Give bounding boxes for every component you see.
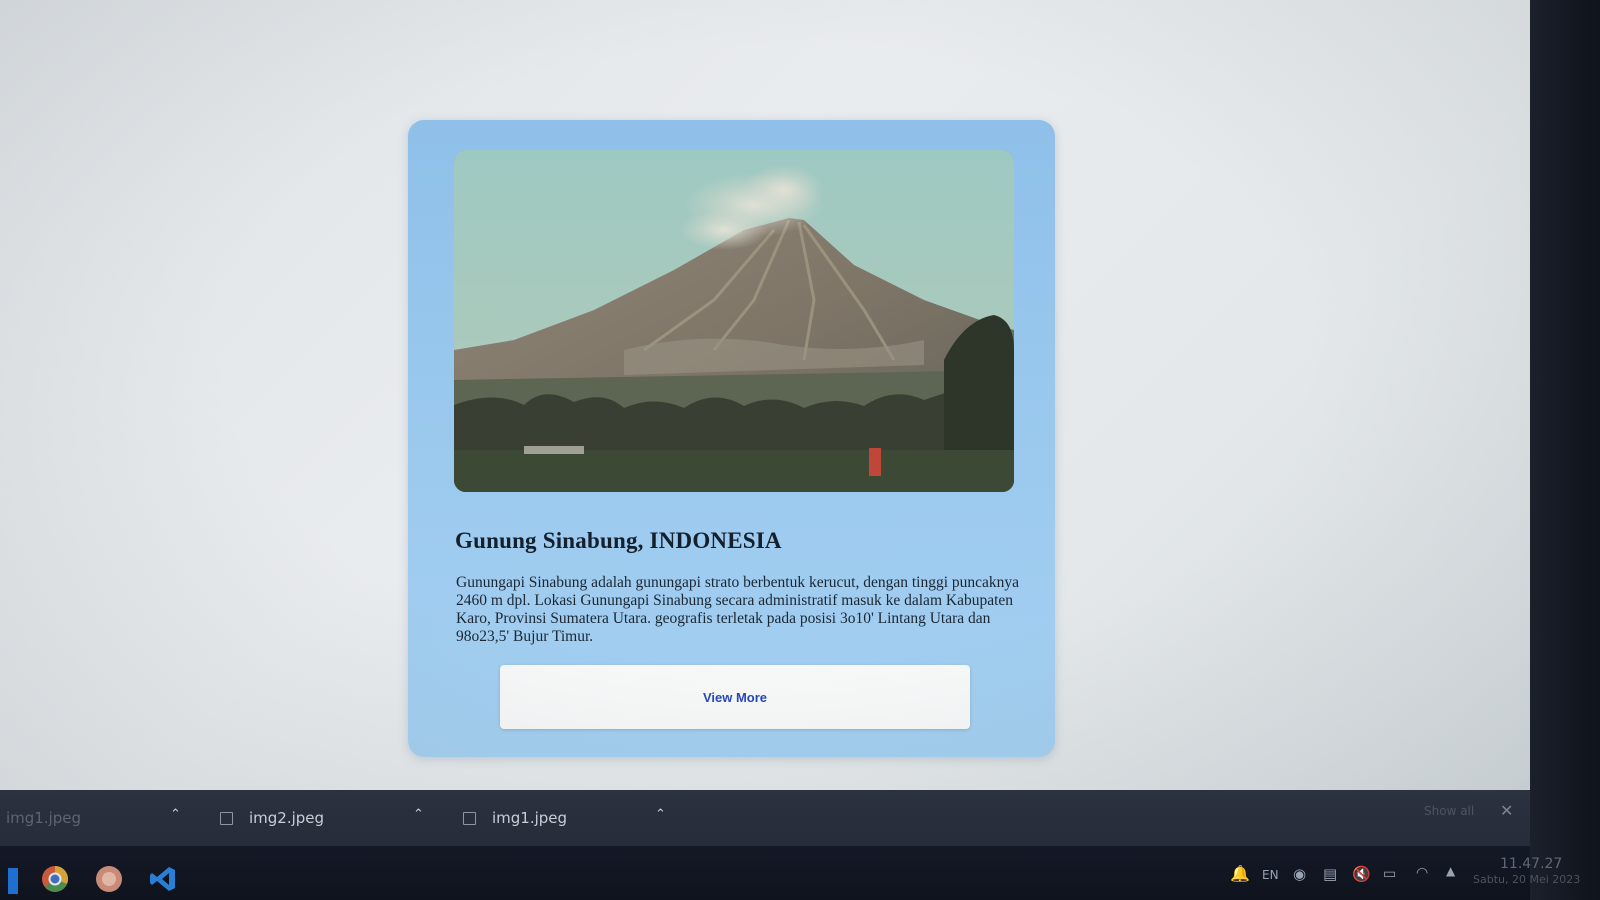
volcano-photo: [454, 150, 1014, 492]
battery-icon[interactable]: ▭: [1383, 866, 1396, 882]
card-title: Gunung Sinabung, INDONESIA: [455, 528, 782, 553]
chevron-up-icon[interactable]: ⌃: [413, 807, 424, 822]
wifi-icon[interactable]: ◠: [1416, 865, 1428, 881]
chevron-up-icon[interactable]: ⌃: [655, 807, 666, 822]
show-all-link[interactable]: Show all: [1424, 804, 1474, 818]
start-button[interactable]: [8, 868, 18, 894]
notification-icon[interactable]: 🔔: [1230, 864, 1250, 883]
card-description: Gunungapi Sinabung adalah gunungapi stra…: [456, 574, 1020, 645]
file-icon: [220, 811, 233, 825]
volume-muted-icon[interactable]: 🔇: [1352, 865, 1371, 883]
download-filename: img1.jpeg: [6, 809, 82, 827]
download-filename: img2.jpeg: [249, 809, 325, 827]
browser-page: Gunung Sinabung, INDONESIA Gunungapi Sin…: [0, 0, 1530, 790]
download-item[interactable]: img1.jpeg: [463, 790, 567, 846]
vscode-icon[interactable]: [148, 864, 178, 894]
taskbar: 🔔 EN ◉ ▤ 🔇 ▭ ◠ ▲ 11.47.27 Sabtu, 20 Mei …: [0, 846, 1580, 900]
clipboard-icon[interactable]: ▤: [1323, 865, 1337, 883]
app-icon[interactable]: [94, 864, 124, 894]
tray-expand-icon[interactable]: ▲: [1446, 864, 1455, 878]
close-icon[interactable]: ✕: [1500, 801, 1513, 820]
download-item[interactable]: img2.jpeg: [220, 790, 324, 846]
network-icon[interactable]: ◉: [1293, 865, 1306, 883]
clock-time[interactable]: 11.47.27: [1500, 856, 1562, 872]
chrome-icon[interactable]: [40, 864, 70, 894]
destination-card: Gunung Sinabung, INDONESIA Gunungapi Sin…: [408, 120, 1055, 757]
file-icon: [463, 811, 476, 825]
language-indicator[interactable]: EN: [1262, 868, 1279, 882]
view-more-button[interactable]: View More: [500, 665, 970, 729]
download-filename: img1.jpeg: [492, 809, 568, 827]
chevron-up-icon[interactable]: ⌃: [170, 807, 181, 822]
downloads-bar: img1.jpeg ⌃ img2.jpeg ⌃ img1.jpeg ⌃ Show…: [0, 790, 1530, 846]
clock-date[interactable]: Sabtu, 20 Mei 2023: [1473, 873, 1580, 886]
volcano-image: [454, 150, 1014, 492]
download-item[interactable]: img1.jpeg: [6, 790, 81, 846]
monitor-bezel: [1530, 0, 1600, 900]
